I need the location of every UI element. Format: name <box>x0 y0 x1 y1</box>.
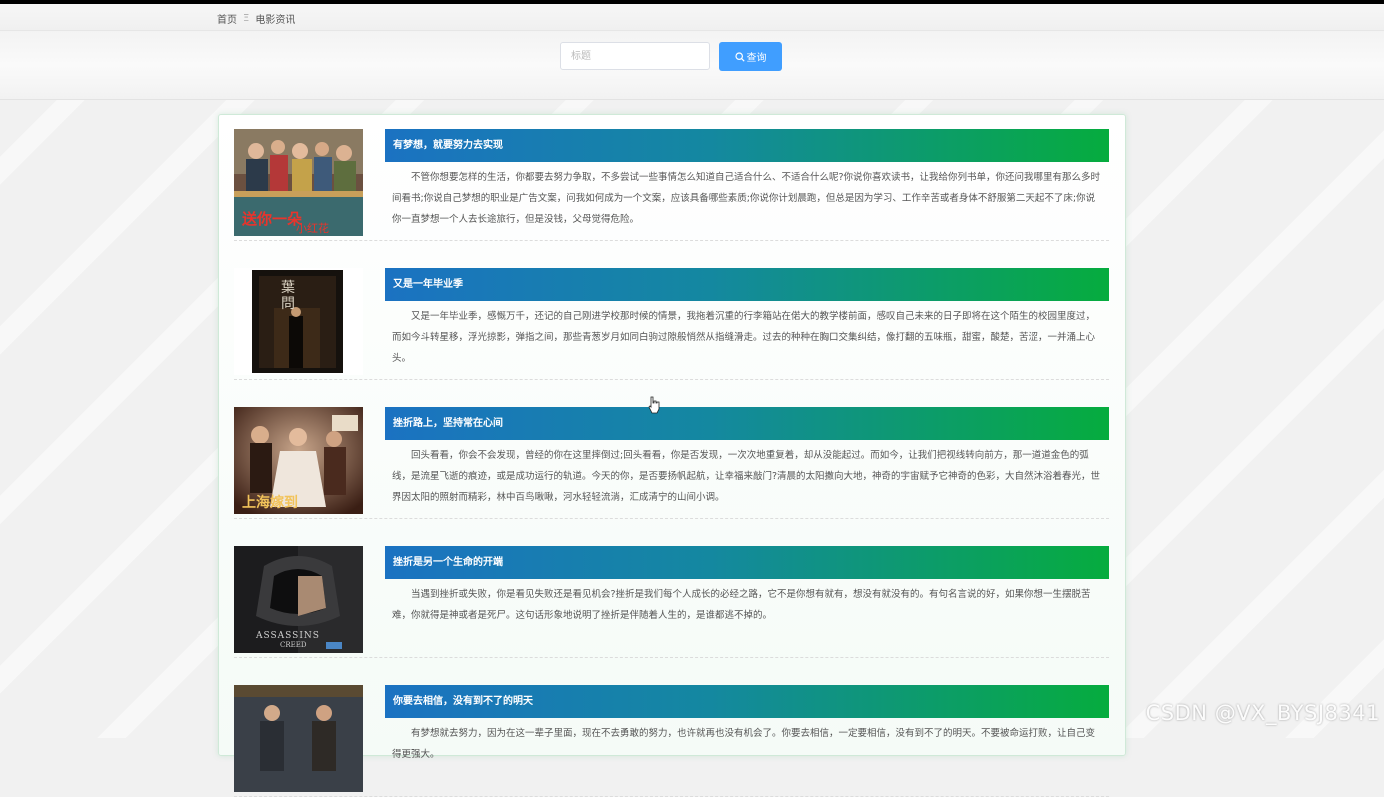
news-poster-image[interactable]: 葉 問 <box>234 268 363 375</box>
news-summary: 不管你想要怎样的生活，你都要去努力争取，不多尝试一些事情怎么知道自己适合什么、不… <box>392 172 1101 225</box>
news-poster-image[interactable]: 上海嫁到 <box>234 407 363 514</box>
breadcrumb-current: 电影资讯 <box>255 15 296 26</box>
news-poster-image[interactable]: 送你一朵 小红花 <box>234 129 363 236</box>
title-search-input[interactable] <box>560 42 710 70</box>
breadcrumb-separator: Ξ <box>243 13 250 24</box>
svg-text:葉: 葉 <box>281 280 295 296</box>
svg-text:CREED: CREED <box>280 641 307 649</box>
news-poster-image[interactable] <box>234 685 363 792</box>
news-summary: 当遇到挫折或失败，你是看见失败还是看见机会?挫折是我们每个人成长的必经之路，它不… <box>392 589 1091 621</box>
news-list-panel: 送你一朵 小红花 有梦想，就要努力去实现 不管你想要怎样的生活，你都要去努力争取… <box>218 114 1126 797</box>
news-summary: 回头看看，你会不会发现，曾经的你在这里摔倒过;回头看看，你是否发现，一次次地重复… <box>392 450 1101 503</box>
csdn-watermark: CSDN @VX_BYSJ8341 <box>1145 701 1380 725</box>
svg-text:ASSASSINS: ASSASSINS <box>255 631 320 641</box>
news-summary: 有梦想就去努力，因为在这一辈子里面，现在不去勇敢的努力，也许就再也没有机会了。你… <box>392 728 1096 760</box>
svg-text:上海嫁到: 上海嫁到 <box>242 494 298 511</box>
news-summary: 又是一年毕业季，感慨万千，还记的自己刚进学校那时候的情景，我拖着沉重的行李箱站在… <box>392 311 1096 364</box>
svg-text:問: 問 <box>281 296 295 312</box>
news-title[interactable]: 有梦想，就要努力去实现 <box>385 129 1109 162</box>
news-title[interactable]: 挫折路上，坚持常在心间 <box>385 407 1109 440</box>
news-item[interactable]: 上海嫁到 挫折路上，坚持常在心间 回头看看，你会不会发现，曾经的你在这里摔倒过;… <box>234 393 1109 519</box>
svg-text:送你一朵: 送你一朵 <box>241 210 302 228</box>
search-bar: 查询 <box>0 31 1384 100</box>
news-title[interactable]: 挫折是另一个生命的开端 <box>385 546 1109 579</box>
news-item[interactable]: 葉 問 又是一年毕业季 又是一年毕业季，感慨万千，还记的自己刚进学校那时候的情景… <box>234 254 1109 380</box>
news-item[interactable]: 你要去相信，没有到不了的明天 有梦想就去努力，因为在这一辈子里面，现在不去勇敢的… <box>234 671 1109 797</box>
svg-text:小红花: 小红花 <box>296 222 329 235</box>
search-icon <box>734 51 745 62</box>
news-item[interactable]: 送你一朵 小红花 有梦想，就要努力去实现 不管你想要怎样的生活，你都要去努力争取… <box>234 115 1109 241</box>
search-button[interactable]: 查询 <box>719 42 782 71</box>
news-item[interactable]: ASSASSINS CREED 挫折是另一个生命的开端 当遇到挫折或失败，你是看… <box>234 532 1109 658</box>
news-title[interactable]: 又是一年毕业季 <box>385 268 1109 301</box>
mouse-pointer-icon <box>648 396 660 414</box>
search-button-label: 查询 <box>746 53 767 64</box>
breadcrumb: 首页 Ξ 电影资讯 <box>217 11 295 26</box>
breadcrumb-home-link[interactable]: 首页 <box>217 11 237 26</box>
news-title[interactable]: 你要去相信，没有到不了的明天 <box>385 685 1109 718</box>
breadcrumb-bar: 首页 Ξ 电影资讯 <box>0 4 1384 31</box>
news-poster-image[interactable]: ASSASSINS CREED <box>234 546 363 653</box>
